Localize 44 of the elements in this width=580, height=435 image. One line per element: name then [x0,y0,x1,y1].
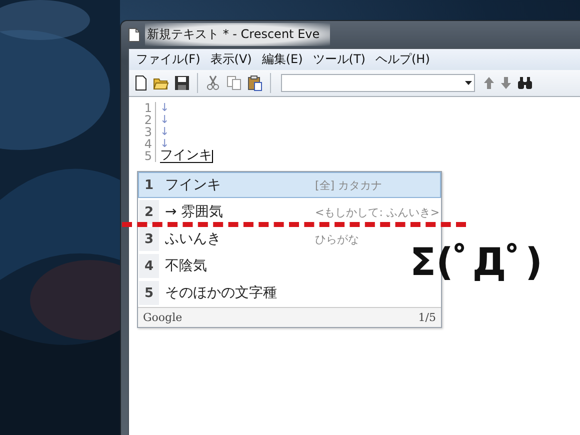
candidate-text: フインキ [165,176,222,194]
menu-item[interactable]: ツール(T) [308,49,370,70]
candidate-item[interactable]: 2 → 雰囲気 <もしかして: ふんいき> [138,199,441,225]
candidate-text: ふいんき [165,230,222,248]
candidate-note: [全] カタカナ [315,178,382,192]
line-end-mark: ↓ [160,102,170,114]
copy-icon[interactable] [226,75,242,91]
line-number: 4 [129,138,156,150]
candidate-number: 2 [139,200,159,224]
page-counter: 1/5 [418,311,436,324]
dropdown-arrow-icon[interactable] [465,81,472,85]
candidate-text: そのほかの文字種 [165,284,278,302]
line-end-mark: ↓ [160,126,170,138]
window-title: 新規テキスト * - Crescent Eve [145,23,330,46]
cut-icon[interactable] [205,75,221,91]
candidate-number: 1 [143,176,155,194]
paste-icon[interactable] [247,75,263,91]
line-end-mark: ↓ [160,114,170,126]
search-field[interactable] [281,74,475,92]
candidate-text: 不陰気 [165,257,208,275]
menu-item[interactable]: 編集(E) [256,49,308,70]
menu-item[interactable]: 表示(V) [205,49,257,70]
candidate-number: 4 [139,254,159,278]
binoculars-icon[interactable] [517,76,533,90]
menu-item[interactable]: ファイル(F) [131,49,206,70]
candidate-item[interactable]: 1 フインキ [全] カタカナ [138,172,441,198]
line-number: 5 [129,150,156,162]
candidate-text: → 雰囲気 [165,203,224,221]
arrow-up-icon[interactable] [483,76,495,90]
menu-item[interactable]: ヘルプ(H) [370,49,435,70]
document-icon [128,28,140,42]
candidate-note: <もしかして: ふんいき> [315,204,440,220]
line-number: 3 [129,126,156,138]
candidate-note: ひらがな [315,232,359,246]
candidate-number: 5 [139,281,159,305]
new-file-icon[interactable] [134,75,148,91]
line-number: 1 [129,102,156,114]
arrow-down-icon[interactable] [500,76,512,90]
text-cursor [212,150,213,162]
line-end-mark: ↓ [160,138,170,150]
source-label: Google [143,311,182,324]
save-icon[interactable] [174,75,190,91]
candidate-number: 3 [139,227,159,251]
line-number: 2 [129,114,156,126]
